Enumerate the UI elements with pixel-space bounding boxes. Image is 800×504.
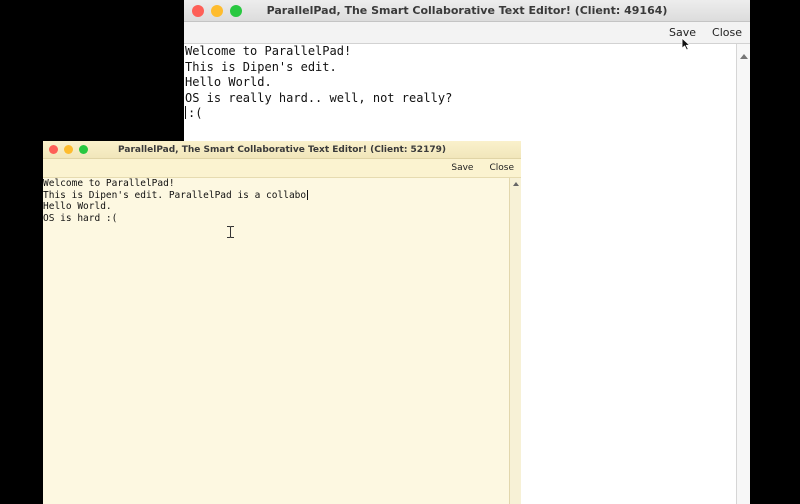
- save-button[interactable]: Save: [451, 163, 473, 173]
- text-line: This is Dipen's edit. ParallelPad is a c…: [43, 189, 307, 201]
- text-line: OS is really hard.. well, not really?: [185, 90, 453, 105]
- text-line-with-caret: This is Dipen's edit. ParallelPad is a c…: [43, 189, 509, 202]
- vertical-scrollbar[interactable]: [509, 178, 521, 504]
- zoom-button[interactable]: [230, 4, 242, 17]
- window-controls: [192, 0, 242, 21]
- text-line: This is Dipen's edit.: [185, 59, 337, 74]
- text-line: Welcome to ParallelPad!: [43, 178, 175, 189]
- window-title: ParallelPad, The Smart Collaborative Tex…: [118, 144, 446, 155]
- close-button[interactable]: [192, 4, 204, 17]
- minimize-button[interactable]: [211, 4, 223, 17]
- text-ibeam-icon: [227, 226, 234, 238]
- editor-window-client-52179: ParallelPad, The Smart Collaborative Tex…: [43, 141, 521, 504]
- text-line: Hello World.: [43, 201, 112, 213]
- mouse-pointer-icon: [681, 37, 691, 51]
- text-caret: [307, 189, 309, 200]
- toolbar: Save Close: [184, 22, 750, 44]
- scroll-up-arrow-icon[interactable]: [512, 182, 519, 186]
- text-line-with-caret: :(: [185, 106, 736, 122]
- scroll-up-arrow-icon[interactable]: [739, 54, 748, 59]
- title-bar[interactable]: ParallelPad, The Smart Collaborative Tex…: [184, 0, 750, 22]
- close-button[interactable]: Close: [489, 163, 514, 173]
- minimize-button[interactable]: [64, 145, 73, 154]
- text-line: OS is hard :(: [43, 212, 118, 224]
- close-button[interactable]: [49, 145, 58, 154]
- text-caret: [185, 106, 186, 119]
- close-button[interactable]: Close: [712, 26, 742, 39]
- text-line: Welcome to ParallelPad!: [185, 44, 352, 58]
- title-bar[interactable]: ParallelPad, The Smart Collaborative Tex…: [43, 141, 521, 159]
- text-area[interactable]: Welcome to ParallelPad! This is Dipen's …: [43, 178, 509, 504]
- text-line: Hello World.: [185, 75, 272, 89]
- text-line: :(: [188, 106, 203, 120]
- vertical-scrollbar[interactable]: [736, 44, 750, 504]
- zoom-button[interactable]: [79, 145, 88, 154]
- toolbar: Save Close: [43, 159, 521, 178]
- window-title: ParallelPad, The Smart Collaborative Tex…: [266, 4, 668, 17]
- window-controls: [49, 141, 88, 158]
